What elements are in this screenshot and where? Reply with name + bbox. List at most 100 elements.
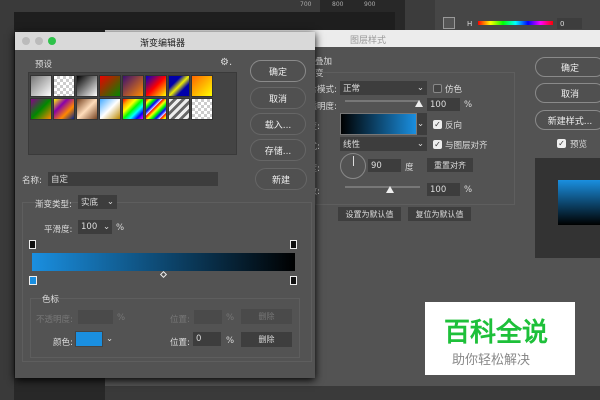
opacity-location-input — [194, 310, 222, 324]
unit-label: % — [226, 336, 235, 346]
unit-label: % — [226, 313, 235, 323]
type-value: 实底 — [81, 198, 99, 208]
gradient-preset-swatch[interactable] — [53, 75, 75, 97]
gradient-preset-swatch[interactable] — [76, 98, 98, 120]
type-select[interactable]: 实底 ⌄ — [78, 195, 117, 209]
gradient-preset-swatch[interactable] — [99, 75, 121, 97]
align-checkbox[interactable]: ✓ — [433, 140, 442, 149]
angle-input[interactable]: 90 — [368, 159, 401, 172]
preview-thumbnail — [558, 180, 600, 225]
gradient-preset-swatch[interactable] — [53, 98, 75, 120]
unit-label: % — [464, 100, 473, 110]
section-title: 叠加 — [315, 57, 333, 67]
reverse-label: 反向 — [445, 121, 463, 131]
chevron-down-icon[interactable]: ⌄ — [103, 220, 112, 234]
layer-style-ok-button[interactable]: 确定 — [535, 57, 600, 77]
watermark-subtitle: 助你轻松解决 — [452, 353, 531, 368]
reverse-checkbox[interactable]: ✓ — [433, 120, 442, 129]
chevron-down-icon[interactable]: ⌄ — [106, 334, 113, 344]
gradient-preset-swatch[interactable] — [191, 98, 213, 120]
minimize-icon[interactable] — [35, 37, 43, 45]
gradient-preset-swatch[interactable] — [168, 98, 190, 120]
gradient-preset-swatch[interactable] — [30, 98, 52, 120]
dither-label: 仿色 — [445, 85, 463, 95]
gear-icon[interactable]: ⚙. — [220, 57, 232, 68]
color-delete-button[interactable]: 删除 — [241, 332, 292, 347]
gradient-bar[interactable] — [32, 253, 295, 271]
stop-color-swatch[interactable] — [75, 331, 103, 347]
angle-dial[interactable] — [340, 153, 366, 179]
new-style-button[interactable]: 新建样式... — [535, 110, 600, 130]
gradient-preview-swatch[interactable] — [340, 113, 417, 135]
chevron-down-icon: ⌄ — [416, 83, 424, 93]
reset-default-button[interactable]: 复位为默认值 — [408, 207, 471, 221]
opacity-location-label: 位置: — [170, 315, 190, 325]
gradient-preset-swatch[interactable] — [30, 75, 52, 97]
zoom-icon[interactable] — [48, 37, 56, 45]
toolbar — [0, 12, 14, 400]
ok-button[interactable]: 确定 — [250, 60, 306, 82]
color-swatch[interactable] — [443, 17, 455, 29]
set-default-button[interactable]: 设置为默认值 — [338, 207, 401, 221]
style-select[interactable]: 线性 ⌄ — [340, 137, 427, 151]
color-stop-left[interactable] — [29, 276, 37, 285]
preview-label: 预览 — [570, 140, 588, 150]
tool-strip — [405, 0, 435, 30]
color-stop-right[interactable] — [290, 276, 297, 285]
unit-label: % — [464, 185, 473, 195]
slider-thumb[interactable] — [386, 186, 394, 193]
layer-style-cancel-button[interactable]: 取消 — [535, 83, 600, 103]
watermark-title: 百科全说 — [444, 318, 549, 348]
smoothness-label: 平滑度: — [44, 225, 73, 235]
gradient-preset-swatch[interactable] — [76, 75, 98, 97]
align-label: 与图层对齐 — [445, 141, 488, 151]
dither-checkbox[interactable] — [433, 84, 442, 93]
load-button[interactable]: 载入... — [250, 113, 306, 135]
ruler-tick: 700 — [300, 1, 312, 8]
gradient-preset-swatch[interactable] — [145, 75, 167, 97]
ruler-tick: 800 — [332, 1, 344, 8]
hue-input[interactable]: 0 — [557, 18, 582, 29]
opacity-stop-right[interactable] — [290, 240, 297, 249]
style-value: 线性 — [343, 140, 361, 150]
slider-thumb[interactable] — [415, 100, 423, 107]
top-ruler — [0, 0, 320, 12]
type-label: 渐变类型: — [35, 200, 72, 210]
chevron-down-icon: ⌄ — [416, 139, 424, 149]
gradient-preset-swatch[interactable] — [122, 75, 144, 97]
name-input[interactable]: 自定 — [48, 172, 218, 186]
unit-label: 度 — [405, 163, 414, 173]
gradient-preset-swatch[interactable] — [99, 98, 121, 120]
new-button[interactable]: 新建 — [255, 168, 307, 190]
cancel-button[interactable]: 取消 — [250, 87, 306, 109]
color-location-input[interactable]: 0 — [193, 332, 221, 346]
preview-checkbox[interactable]: ✓ — [557, 139, 566, 148]
close-icon[interactable] — [22, 37, 30, 45]
reset-align-button[interactable]: 重置对齐 — [427, 158, 473, 172]
blend-mode-value: 正常 — [343, 84, 361, 94]
unit-label: % — [117, 313, 126, 323]
save-button[interactable]: 存储... — [250, 139, 306, 161]
smoothness-input[interactable]: 100 — [78, 220, 103, 234]
gradient-preset-swatch[interactable] — [145, 98, 167, 120]
opacity-input[interactable]: 100 — [427, 98, 460, 111]
stops-group — [30, 298, 300, 358]
hue-label: H — [467, 20, 473, 28]
opacity-slider[interactable] — [345, 100, 420, 102]
blend-mode-select[interactable]: 正常 ⌄ — [340, 81, 427, 95]
ruler-tick: 900 — [364, 1, 376, 8]
scale-input[interactable]: 100 — [427, 183, 460, 196]
gradient-dropdown-arrow[interactable]: ⌄ — [417, 113, 427, 135]
opacity-delete-button: 删除 — [241, 309, 292, 324]
gradient-preset-swatch[interactable] — [122, 98, 144, 120]
presets-label: 预设 — [35, 60, 53, 70]
stops-label: 色标 — [42, 295, 60, 305]
stop-color-label: 颜色: — [53, 338, 73, 348]
opacity-stop-left[interactable] — [29, 240, 36, 249]
gradient-preset-swatch[interactable] — [168, 75, 190, 97]
stop-opacity-input — [78, 310, 113, 324]
chevron-down-icon: ⌄ — [106, 197, 114, 207]
gradient-preset-swatch[interactable] — [191, 75, 213, 97]
hue-slider[interactable] — [478, 21, 553, 25]
scale-slider[interactable] — [345, 186, 420, 188]
